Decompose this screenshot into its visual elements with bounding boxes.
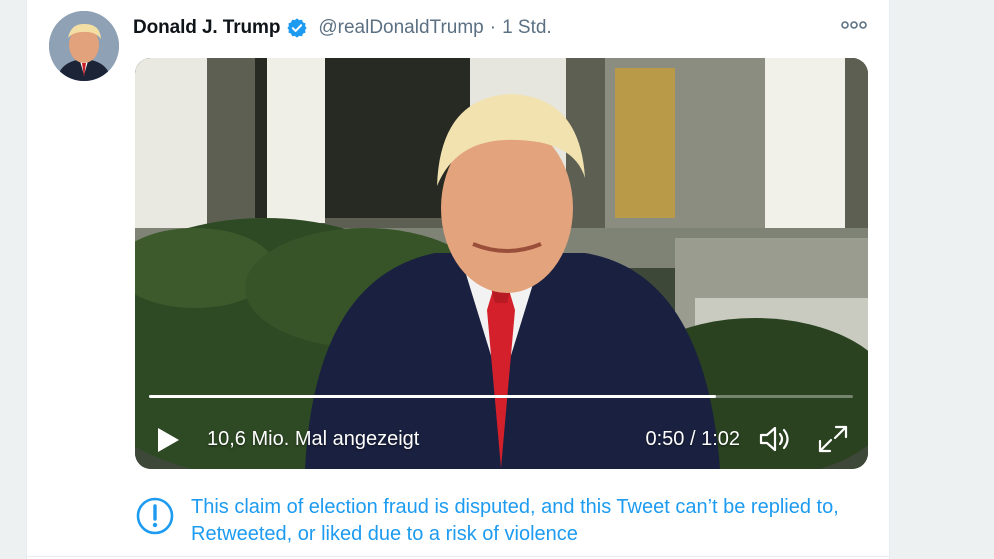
video-player[interactable]: 10,6 Mio. Mal angezeigt 0:50 / 1:02 (135, 58, 868, 469)
notice-text[interactable]: This claim of election fraud is disputed… (191, 494, 881, 548)
tweet-card: Donald J. Trump @realDonaldTrump · 1 Std… (26, 0, 890, 559)
fullscreen-button[interactable] (817, 424, 849, 454)
display-name[interactable]: Donald J. Trump (133, 17, 280, 39)
view-count: 10,6 Mio. Mal angezeigt (207, 428, 420, 450)
fullscreen-icon (818, 425, 848, 453)
page-gutter-left (0, 0, 26, 559)
verified-badge-icon (287, 18, 307, 38)
progress-bar[interactable] (149, 395, 853, 398)
more-options-button[interactable] (839, 14, 869, 36)
avatar[interactable] (49, 11, 119, 81)
disputed-claim-notice[interactable]: This claim of election fraud is disputed… (135, 494, 875, 550)
play-button[interactable] (155, 426, 181, 454)
video-controls: 10,6 Mio. Mal angezeigt 0:50 / 1:02 (135, 418, 868, 462)
progress-fill (149, 395, 717, 398)
video-frame (135, 58, 868, 469)
volume-icon (759, 426, 789, 452)
tweet-header: Donald J. Trump @realDonaldTrump · 1 Std… (133, 14, 552, 42)
more-dots-icon (841, 21, 867, 29)
divider (26, 556, 890, 557)
playback-time: 0:50 / 1:02 (645, 428, 740, 450)
user-handle[interactable]: @realDonaldTrump (318, 17, 483, 39)
separator-dot: · (489, 17, 497, 38)
page-gutter-right (890, 0, 994, 559)
exclamation-circle-icon (136, 497, 174, 535)
volume-button[interactable] (759, 424, 793, 454)
avatar-photo (49, 11, 119, 81)
timestamp[interactable]: 1 Std. (502, 17, 552, 39)
play-icon (158, 428, 179, 452)
